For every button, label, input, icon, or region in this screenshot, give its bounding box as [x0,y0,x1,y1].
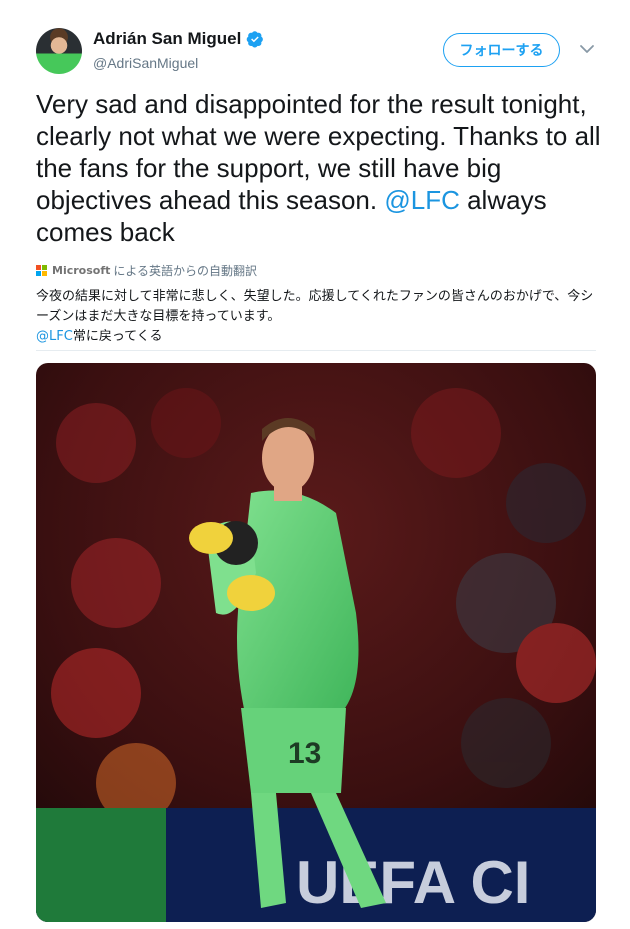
tweet-card: Adrián San Miguel @AdriSanMiguel フォローする … [0,0,630,929]
verified-badge-icon [247,31,264,48]
user-name-row[interactable]: Adrián San Miguel [93,29,264,49]
board-text: UEFA CI [296,849,530,916]
translated-text: 今夜の結果に対して非常に悲しく、失望した。応援してくれたファンの皆さんのおかげで… [36,287,596,347]
user-handle[interactable]: @AdriSanMiguel [93,55,198,71]
translated-body-end: 常に戻ってくる [72,329,163,344]
shirt-number: 13 [288,737,321,770]
translation-label: による英語からの自動翻訳 [113,264,258,278]
photo-image: UEFA CI 13 [36,363,596,922]
tweet-photo[interactable]: UEFA CI 13 [36,363,596,922]
divider [36,350,596,351]
translated-body: 今夜の結果に対して非常に悲しく、失望した。応援してくれたファンの皆さんのおかげで… [36,289,594,324]
follow-button[interactable]: フォローする [443,33,560,67]
avatar[interactable] [36,28,82,74]
chevron-down-icon[interactable] [578,40,596,58]
translated-mention-link[interactable]: @LFC [36,329,73,344]
tweet-text: Very sad and disappointed for the result… [36,88,606,248]
microsoft-logo-icon [36,265,47,276]
translation-attribution: Microsoft による英語からの自動翻訳 [36,262,257,279]
mention-link[interactable]: @LFC [384,185,460,215]
translation-provider: Microsoft [52,264,111,277]
display-name[interactable]: Adrián San Miguel [93,29,241,49]
